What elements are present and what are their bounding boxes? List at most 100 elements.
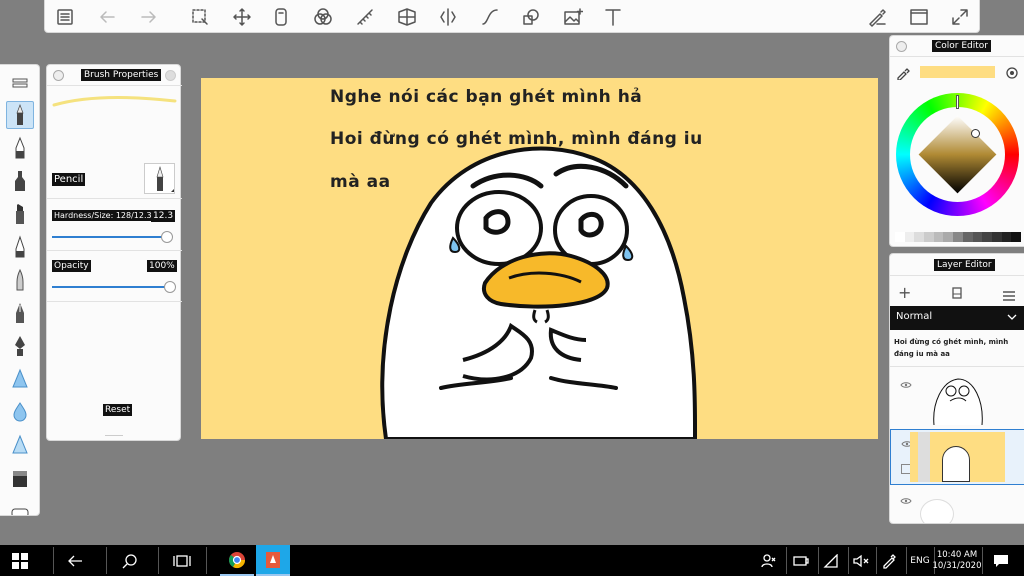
drawing-canvas[interactable]: Nghe nói các bạn ghét mình hả Hoi đừng c… [201,78,878,439]
windows-logo-icon [12,552,28,569]
transform-icon[interactable] [230,5,254,29]
eyedropper-icon[interactable] [896,65,910,81]
color-settings-icon[interactable] [1005,65,1019,79]
layer-item-bottom[interactable] [890,489,1024,523]
color-swatch[interactable] [904,232,915,242]
color-swatch[interactable] [924,232,934,242]
undo-icon[interactable] [95,5,119,29]
fullscreen-icon[interactable] [948,5,972,29]
panel-close-icon[interactable] [165,70,176,81]
marker-icon[interactable] [6,167,34,195]
paint-drop-icon[interactable] [6,398,34,426]
selection-icon[interactable] [188,5,212,29]
wifi-icon[interactable] [820,545,842,576]
text-tool-icon[interactable] [601,5,625,29]
layer-editor-title: Layer Editor [934,259,995,271]
color-swatch[interactable] [914,232,925,242]
panel-pin-icon[interactable] [53,70,64,81]
layer-eraser-icon[interactable] [951,285,963,299]
eraser-icon[interactable] [6,465,34,493]
panel-grip[interactable] [105,435,123,436]
sketchbook-taskbar-app[interactable] [256,545,290,576]
fountain-pen-icon[interactable] [6,299,34,327]
people-icon[interactable] [758,545,780,576]
start-button[interactable] [0,545,40,576]
redo-icon[interactable] [137,5,161,29]
opacity-slider-thumb[interactable] [164,281,176,293]
back-arrow-icon [68,555,82,566]
color-swatch[interactable] [933,232,944,242]
hardness-size-label: Hardness/Size: 128/12.3 [52,210,154,221]
curve-icon[interactable] [478,5,502,29]
grayscale-swatches [895,232,1021,242]
notifications-button[interactable] [988,545,1014,576]
color-picker-handle[interactable] [971,129,980,138]
hard-eraser-icon[interactable] [6,497,34,515]
color-swatch[interactable] [991,232,1002,242]
task-view-button[interactable] [162,545,202,576]
blend-mode-value: Normal [896,311,933,322]
size-slider-track [52,236,166,238]
eye-icon[interactable] [900,497,912,505]
color-swatch[interactable] [943,232,954,242]
language-indicator[interactable]: ENG [908,545,932,576]
back-button[interactable] [55,545,95,576]
pen-menu-icon[interactable] [878,545,900,576]
menu-list-icon[interactable] [53,5,77,29]
layer-menu-icon[interactable] [1003,286,1015,301]
search-button[interactable] [110,545,150,576]
add-image-icon[interactable] [561,5,585,29]
symmetry-icon[interactable] [436,5,460,29]
layer-item-lineart[interactable] [890,371,1024,427]
color-swatch[interactable] [962,232,973,242]
clock[interactable]: 10:40 AM 10/31/2020 [932,545,982,576]
opacity-label: Opacity [52,260,91,272]
hue-handle[interactable] [956,95,959,109]
pencil-brush-icon[interactable] [6,101,34,129]
clock-date: 10/31/2020 [932,560,982,571]
blend-mode-dropdown[interactable]: Normal [890,306,1024,330]
background-thumbnail [910,432,1005,482]
ruler-icon[interactable] [269,5,293,29]
airbrush-icon[interactable] [6,365,34,393]
brush-thumbnail[interactable] [144,163,175,194]
color-swatch[interactable] [982,232,992,242]
windows-taskbar: ENG 10:40 AM 10/31/2020 [0,545,1024,576]
chrome-taskbar-app[interactable] [220,545,254,576]
shapes-icon[interactable] [519,5,543,29]
top-toolbar [44,0,980,33]
eye-icon[interactable] [900,381,912,389]
brush-settings-icon[interactable] [865,5,889,29]
color-swatch[interactable] [1011,232,1021,242]
chrome-icon [228,551,246,568]
add-layer-icon[interactable]: + [898,283,911,302]
layer-item-background[interactable] [890,429,1024,485]
current-color-swatch[interactable] [920,66,995,78]
color-swatch[interactable] [972,232,983,242]
stroke-ruler-icon[interactable] [353,5,377,29]
color-swatch[interactable] [953,232,963,242]
nib-pen-icon[interactable] [6,332,34,360]
duck-drawing [380,146,698,439]
panel-pin-icon[interactable] [896,41,907,52]
color-swatch[interactable] [895,232,905,242]
technical-pen-icon[interactable] [6,134,34,162]
color-blend-icon[interactable] [311,5,335,29]
battery-icon[interactable] [790,545,812,576]
perspective-grid-icon[interactable] [395,5,419,29]
panel-title: Brush Properties [81,69,162,81]
size-value[interactable]: 12.3 [151,210,176,222]
window-layout-icon[interactable] [907,5,931,29]
text-layer-preview[interactable]: Hoi đừng có ghét mình, mình đáng iu mà a… [894,336,1022,360]
volume-muted-icon[interactable] [850,545,872,576]
color-swatch[interactable] [1001,232,1012,242]
reset-button[interactable]: Reset [103,404,133,416]
size-slider-thumb[interactable] [161,231,173,243]
lineart-thumbnail [933,378,983,425]
fine-brush-icon[interactable] [6,266,34,294]
opacity-value[interactable]: 100% [147,260,177,272]
brush-library-icon[interactable] [6,69,34,97]
smudge-icon[interactable] [6,431,34,459]
ink-pen-icon[interactable] [6,233,34,261]
chisel-marker-icon[interactable] [6,200,34,228]
